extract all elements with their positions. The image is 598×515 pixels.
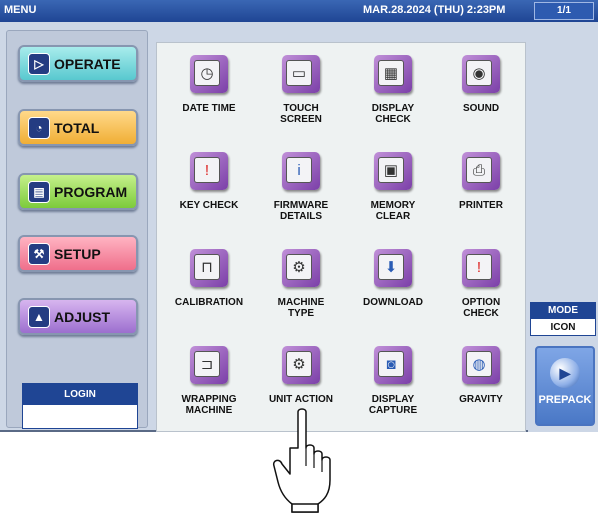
tile-label: WRAPPING MACHINE [181, 394, 237, 416]
setup-icon: ⚒ [28, 242, 50, 265]
tile-display-capture[interactable]: ◙ DISPLAY CAPTURE [347, 340, 439, 430]
menu-icon-grid: ◷ DATE TIME ▭ TOUCH SCREEN ▦ DISPLAY CHE… [156, 42, 526, 432]
prepack-button[interactable]: ▶ PREPACK [535, 346, 595, 426]
tile-display-check[interactable]: ▦ DISPLAY CHECK [347, 49, 439, 139]
operate-icon: ▷ [28, 52, 50, 75]
scale-screen: MENU MAR.28.2024 (THU) 2:23PM 1/1 ▷ OPER… [0, 0, 598, 432]
gears-icon: ⚙ [282, 249, 320, 287]
total-button[interactable]: ◔ TOTAL [18, 109, 138, 146]
tile-date-time[interactable]: ◷ DATE TIME [163, 49, 255, 139]
total-icon: ◔ [28, 116, 50, 139]
tile-touch-screen[interactable]: ▭ TOUCH SCREEN [255, 49, 347, 139]
tile-label: MEMORY CLEAR [370, 200, 416, 222]
left-nav-panel: ▷ OPERATE ◔ TOTAL ▤ PROGRAM ⚒ SETUP ▲ AD… [6, 30, 148, 429]
mode-label: MODE [531, 303, 595, 319]
wrapping-machine-icon: ⊐ [190, 346, 228, 384]
login-box[interactable]: LOGIN [22, 383, 138, 429]
menu-title: MENU [4, 4, 37, 16]
tile-key-check[interactable]: ! KEY CHECK [163, 146, 255, 236]
tile-download[interactable]: ⬇ DOWNLOAD [347, 243, 439, 333]
tile-label: DATE TIME [182, 103, 236, 114]
date-time-display: MAR.28.2024 (THU) 2:23PM [363, 4, 506, 16]
tile-wrapping-machine[interactable]: ⊐ WRAPPING MACHINE [163, 340, 255, 430]
tile-firmware-details[interactable]: i FIRMWARE DETAILS [255, 146, 347, 236]
calibration-icon: ⊓ [190, 249, 228, 287]
printer-icon: ⎙ [462, 152, 500, 190]
mode-box[interactable]: MODE ICON [530, 302, 596, 336]
tile-calibration[interactable]: ⊓ CALIBRATION [163, 243, 255, 333]
prepack-label: PREPACK [538, 394, 592, 406]
gears-icon: ⚙ [282, 346, 320, 384]
tile-memory-clear[interactable]: ▣ MEMORY CLEAR [347, 146, 439, 236]
tile-option-check[interactable]: ! OPTION CHECK [435, 243, 527, 333]
tile-gravity[interactable]: ◍ GRAVITY [435, 340, 527, 430]
tile-label: PRINTER [459, 200, 503, 211]
key-check-icon: ! [190, 152, 228, 190]
tile-label: GRAVITY [459, 394, 503, 405]
tile-label: MACHINE TYPE [277, 297, 325, 319]
adjust-label: ADJUST [54, 308, 111, 325]
tile-label: SOUND [462, 103, 500, 114]
tile-label: OPTION CHECK [461, 297, 501, 319]
setup-label: SETUP [54, 245, 101, 262]
download-icon: ⬇ [374, 249, 412, 287]
program-icon: ▤ [28, 180, 50, 203]
speaker-icon: ◉ [462, 55, 500, 93]
operate-button[interactable]: ▷ OPERATE [18, 45, 138, 82]
adjust-button[interactable]: ▲ ADJUST [18, 298, 138, 335]
mode-value: ICON [550, 322, 576, 333]
tile-label: DISPLAY CHECK [371, 103, 415, 125]
tile-machine-type[interactable]: ⚙ MACHINE TYPE [255, 243, 347, 333]
option-check-icon: ! [462, 249, 500, 287]
camera-icon: ◙ [374, 346, 412, 384]
touch-screen-icon: ▭ [282, 55, 320, 93]
tile-label: DOWNLOAD [363, 297, 423, 308]
play-icon: ▶ [550, 358, 580, 388]
program-label: PROGRAM [54, 183, 128, 200]
title-bar: MENU MAR.28.2024 (THU) 2:23PM 1/1 [0, 0, 598, 22]
page-indicator: 1/1 [534, 2, 594, 20]
login-label: LOGIN [23, 384, 137, 405]
info-icon: i [282, 152, 320, 190]
total-label: TOTAL [54, 119, 100, 136]
program-button[interactable]: ▤ PROGRAM [18, 173, 138, 210]
gravity-icon: ◍ [462, 346, 500, 384]
tile-label: UNIT ACTION [268, 394, 334, 405]
pointing-hand-icon [272, 408, 331, 513]
setup-button[interactable]: ⚒ SETUP [18, 235, 138, 272]
operate-label: OPERATE [54, 55, 121, 72]
calendar-clock-icon: ◷ [190, 55, 228, 93]
tile-printer[interactable]: ⎙ PRINTER [435, 146, 527, 236]
display-check-icon: ▦ [374, 55, 412, 93]
memory-clear-icon: ▣ [374, 152, 412, 190]
tile-label: DISPLAY CAPTURE [368, 394, 418, 416]
tile-label: CALIBRATION [174, 297, 244, 308]
adjust-icon: ▲ [28, 305, 50, 328]
tile-label: TOUCH SCREEN [280, 103, 322, 125]
tile-sound[interactable]: ◉ SOUND [435, 49, 527, 139]
tile-label: KEY CHECK [179, 200, 239, 211]
tile-label: FIRMWARE DETAILS [273, 200, 329, 222]
